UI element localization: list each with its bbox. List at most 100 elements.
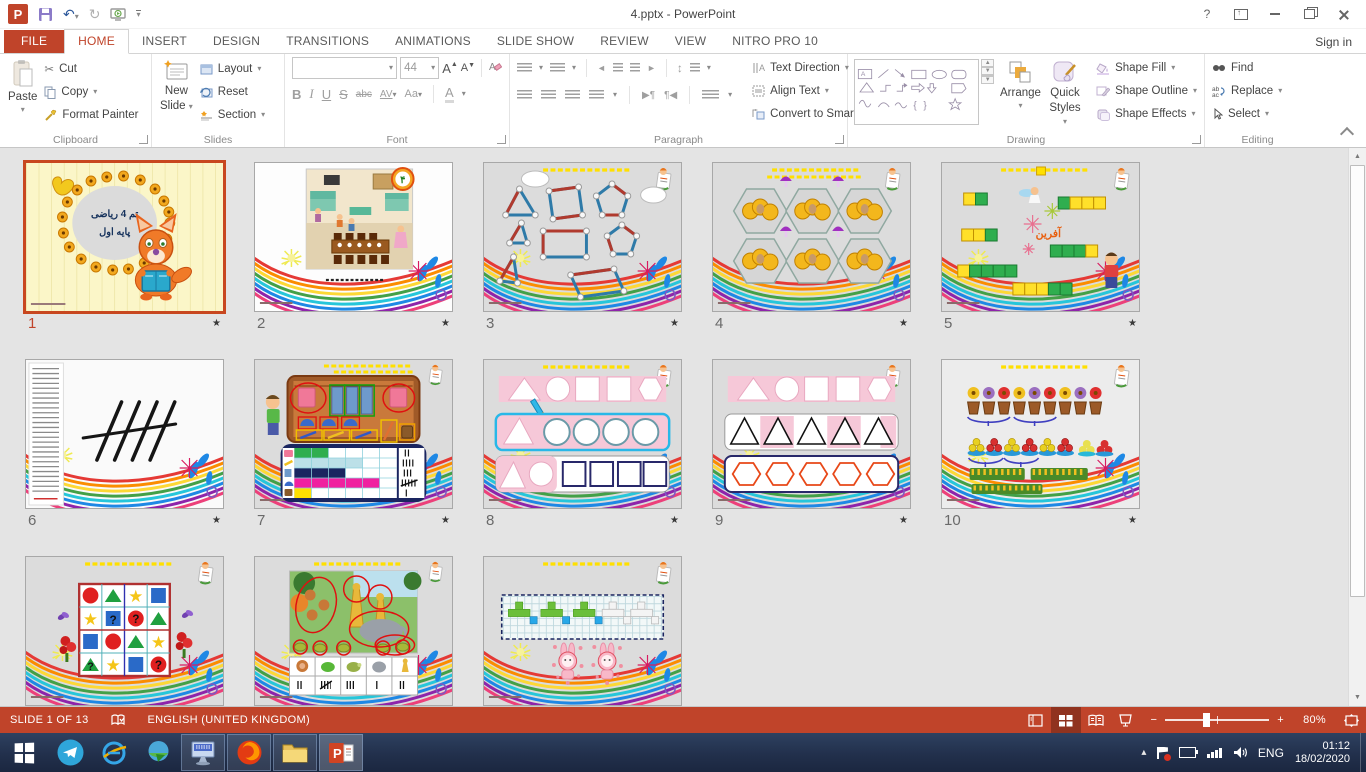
tab-design[interactable]: DESIGN <box>200 30 273 53</box>
sign-in-link[interactable]: Sign in <box>1315 35 1352 49</box>
slide-thumbnail-4[interactable] <box>712 162 911 312</box>
clear-formatting-button[interactable]: A <box>488 60 502 76</box>
fit-slide-to-window-button[interactable] <box>1336 707 1366 733</box>
replace-button[interactable]: abac Replace▾ <box>1209 80 1285 102</box>
taskbar-powerpoint-icon[interactable]: P <box>319 734 363 771</box>
align-center-button[interactable] <box>541 90 556 101</box>
justify-button[interactable] <box>589 90 604 101</box>
reset-button[interactable]: Reset <box>197 81 268 103</box>
arrange-button[interactable]: Arrange▾ <box>996 57 1045 112</box>
paste-button[interactable]: Paste▾ <box>4 57 41 116</box>
slide-thumbnail-6[interactable] <box>25 359 224 509</box>
copy-button[interactable]: Copy▾ <box>41 81 141 103</box>
reading-view-button[interactable] <box>1081 707 1111 733</box>
normal-view-button[interactable] <box>1021 707 1051 733</box>
redo-button[interactable]: ↻ <box>89 7 101 22</box>
start-button[interactable] <box>0 733 48 772</box>
character-spacing-button[interactable]: AV▾ <box>380 89 397 100</box>
slide-thumbnail-9[interactable] <box>712 359 911 509</box>
change-case-button[interactable]: Aa▾ <box>405 88 422 100</box>
right-to-left-button[interactable]: ¶◀ <box>664 90 677 101</box>
taskbar-idm-icon[interactable] <box>136 733 180 772</box>
slide-show-button[interactable] <box>1111 707 1141 733</box>
font-size-combobox[interactable]: 44▾ <box>400 57 439 79</box>
tab-transitions[interactable]: TRANSITIONS <box>273 30 382 53</box>
strikethrough-button[interactable]: S <box>339 87 348 102</box>
layout-button[interactable]: Layout▾ <box>197 58 268 80</box>
taskbar-clock[interactable]: 01:12 18/02/2020 <box>1295 740 1350 766</box>
undo-button[interactable]: ↶▾ <box>63 7 79 22</box>
slide-sorter-view-button[interactable] <box>1051 707 1081 733</box>
line-spacing-button[interactable]: ↕ <box>677 61 683 75</box>
spell-check-icon[interactable] <box>111 713 126 727</box>
taskbar-onscreen-keyboard-icon[interactable] <box>181 734 225 771</box>
format-painter-button[interactable]: Format Painter <box>41 104 141 126</box>
minimize-button[interactable] <box>1262 4 1288 24</box>
font-color-button[interactable]: A <box>445 85 454 103</box>
powerpoint-app-icon[interactable]: P <box>8 4 28 24</box>
customize-qat-button[interactable]: ▾ <box>136 10 140 19</box>
input-language-indicator[interactable]: ENG <box>1258 746 1284 760</box>
slide-thumbnail-3[interactable] <box>483 162 682 312</box>
zoom-in-button[interactable]: + <box>1277 714 1284 726</box>
grow-font-button[interactable]: A▲ <box>442 61 458 76</box>
zoom-slider[interactable] <box>1165 719 1269 721</box>
font-name-combobox[interactable]: ▾ <box>292 57 397 79</box>
tab-slide-show[interactable]: SLIDE SHOW <box>484 30 587 53</box>
slide-thumbnail-1[interactable]: تم 4 ریاضی پایه اول <box>25 162 224 312</box>
shape-gallery[interactable]: A { } <box>854 59 979 125</box>
taskbar-firefox-icon[interactable] <box>227 734 271 771</box>
tab-file[interactable]: FILE <box>4 30 64 53</box>
slide-thumbnail-12[interactable] <box>254 556 453 706</box>
close-button[interactable] <box>1330 4 1356 24</box>
shape-fill-button[interactable]: Shape Fill▾ <box>1093 57 1200 79</box>
tray-expand-icon[interactable]: ▴ <box>1141 747 1146 758</box>
section-button[interactable]: Section▾ <box>197 104 268 126</box>
shape-gallery-more-button[interactable]: ▼ <box>981 75 994 84</box>
taskbar-internet-explorer-icon[interactable] <box>92 733 136 772</box>
slide-thumbnail-10[interactable] <box>941 359 1140 509</box>
align-right-button[interactable] <box>565 90 580 101</box>
collapse-ribbon-button[interactable] <box>1340 127 1354 141</box>
tab-insert[interactable]: INSERT <box>129 30 200 53</box>
zoom-level[interactable]: 80% <box>1292 714 1326 726</box>
quick-styles-button[interactable]: Quick Styles ▾ <box>1045 57 1085 131</box>
shape-outline-button[interactable]: Shape Outline▾ <box>1093 80 1200 102</box>
taskbar-file-explorer-icon[interactable] <box>273 734 317 771</box>
slide-thumbnail-5[interactable]: آفرین <box>941 162 1140 312</box>
new-slide-button[interactable]: New Slide ▾ <box>156 57 197 115</box>
save-button[interactable] <box>38 6 53 21</box>
vertical-scrollbar[interactable]: ▲ ▼ <box>1348 148 1366 706</box>
tab-animations[interactable]: ANIMATIONS <box>382 30 484 53</box>
zoom-out-button[interactable]: − <box>1151 714 1158 726</box>
increase-indent-button[interactable]: ► <box>647 63 656 73</box>
network-signal-icon[interactable] <box>1207 748 1222 758</box>
bold-button[interactable]: B <box>292 87 301 102</box>
left-to-right-button[interactable]: ▶¶ <box>642 90 655 101</box>
underline-button[interactable]: U <box>322 87 331 102</box>
scroll-down-arrow[interactable]: ▼ <box>1349 689 1366 706</box>
volume-icon[interactable] <box>1233 746 1247 759</box>
action-center-flag-icon[interactable] <box>1157 747 1168 759</box>
taskbar-telegram-icon[interactable] <box>48 733 92 772</box>
restore-button[interactable] <box>1296 4 1322 24</box>
start-slideshow-button[interactable] <box>110 7 126 21</box>
zoom-slider-thumb[interactable] <box>1203 713 1210 727</box>
scrollbar-thumb[interactable] <box>1350 165 1365 597</box>
slide-thumbnail-11[interactable]: ★ ★ ? ? ★ ? ★ ? <box>25 556 224 706</box>
slide-thumbnail-13[interactable] <box>483 556 682 706</box>
tab-nitro-pro[interactable]: NITRO PRO 10 <box>719 30 831 53</box>
tab-home[interactable]: HOME <box>64 29 129 54</box>
shape-gallery-scroll-down[interactable]: ▼ <box>981 67 994 75</box>
decrease-indent-button[interactable]: ◄ <box>597 63 606 73</box>
help-button[interactable]: ? <box>1194 4 1220 24</box>
show-desktop-button[interactable] <box>1360 733 1366 772</box>
shape-gallery-scroll-up[interactable]: ▲ <box>981 59 994 67</box>
slide-thumbnail-7[interactable] <box>254 359 453 509</box>
numbering-button[interactable] <box>550 63 565 74</box>
columns-button[interactable] <box>702 90 719 101</box>
language-indicator[interactable]: ENGLISH (UNITED KINGDOM) <box>148 714 310 726</box>
shrink-font-button[interactable]: A▼ <box>461 62 475 74</box>
tab-view[interactable]: VIEW <box>662 30 719 53</box>
shape-effects-button[interactable]: Shape Effects▾ <box>1093 103 1200 125</box>
